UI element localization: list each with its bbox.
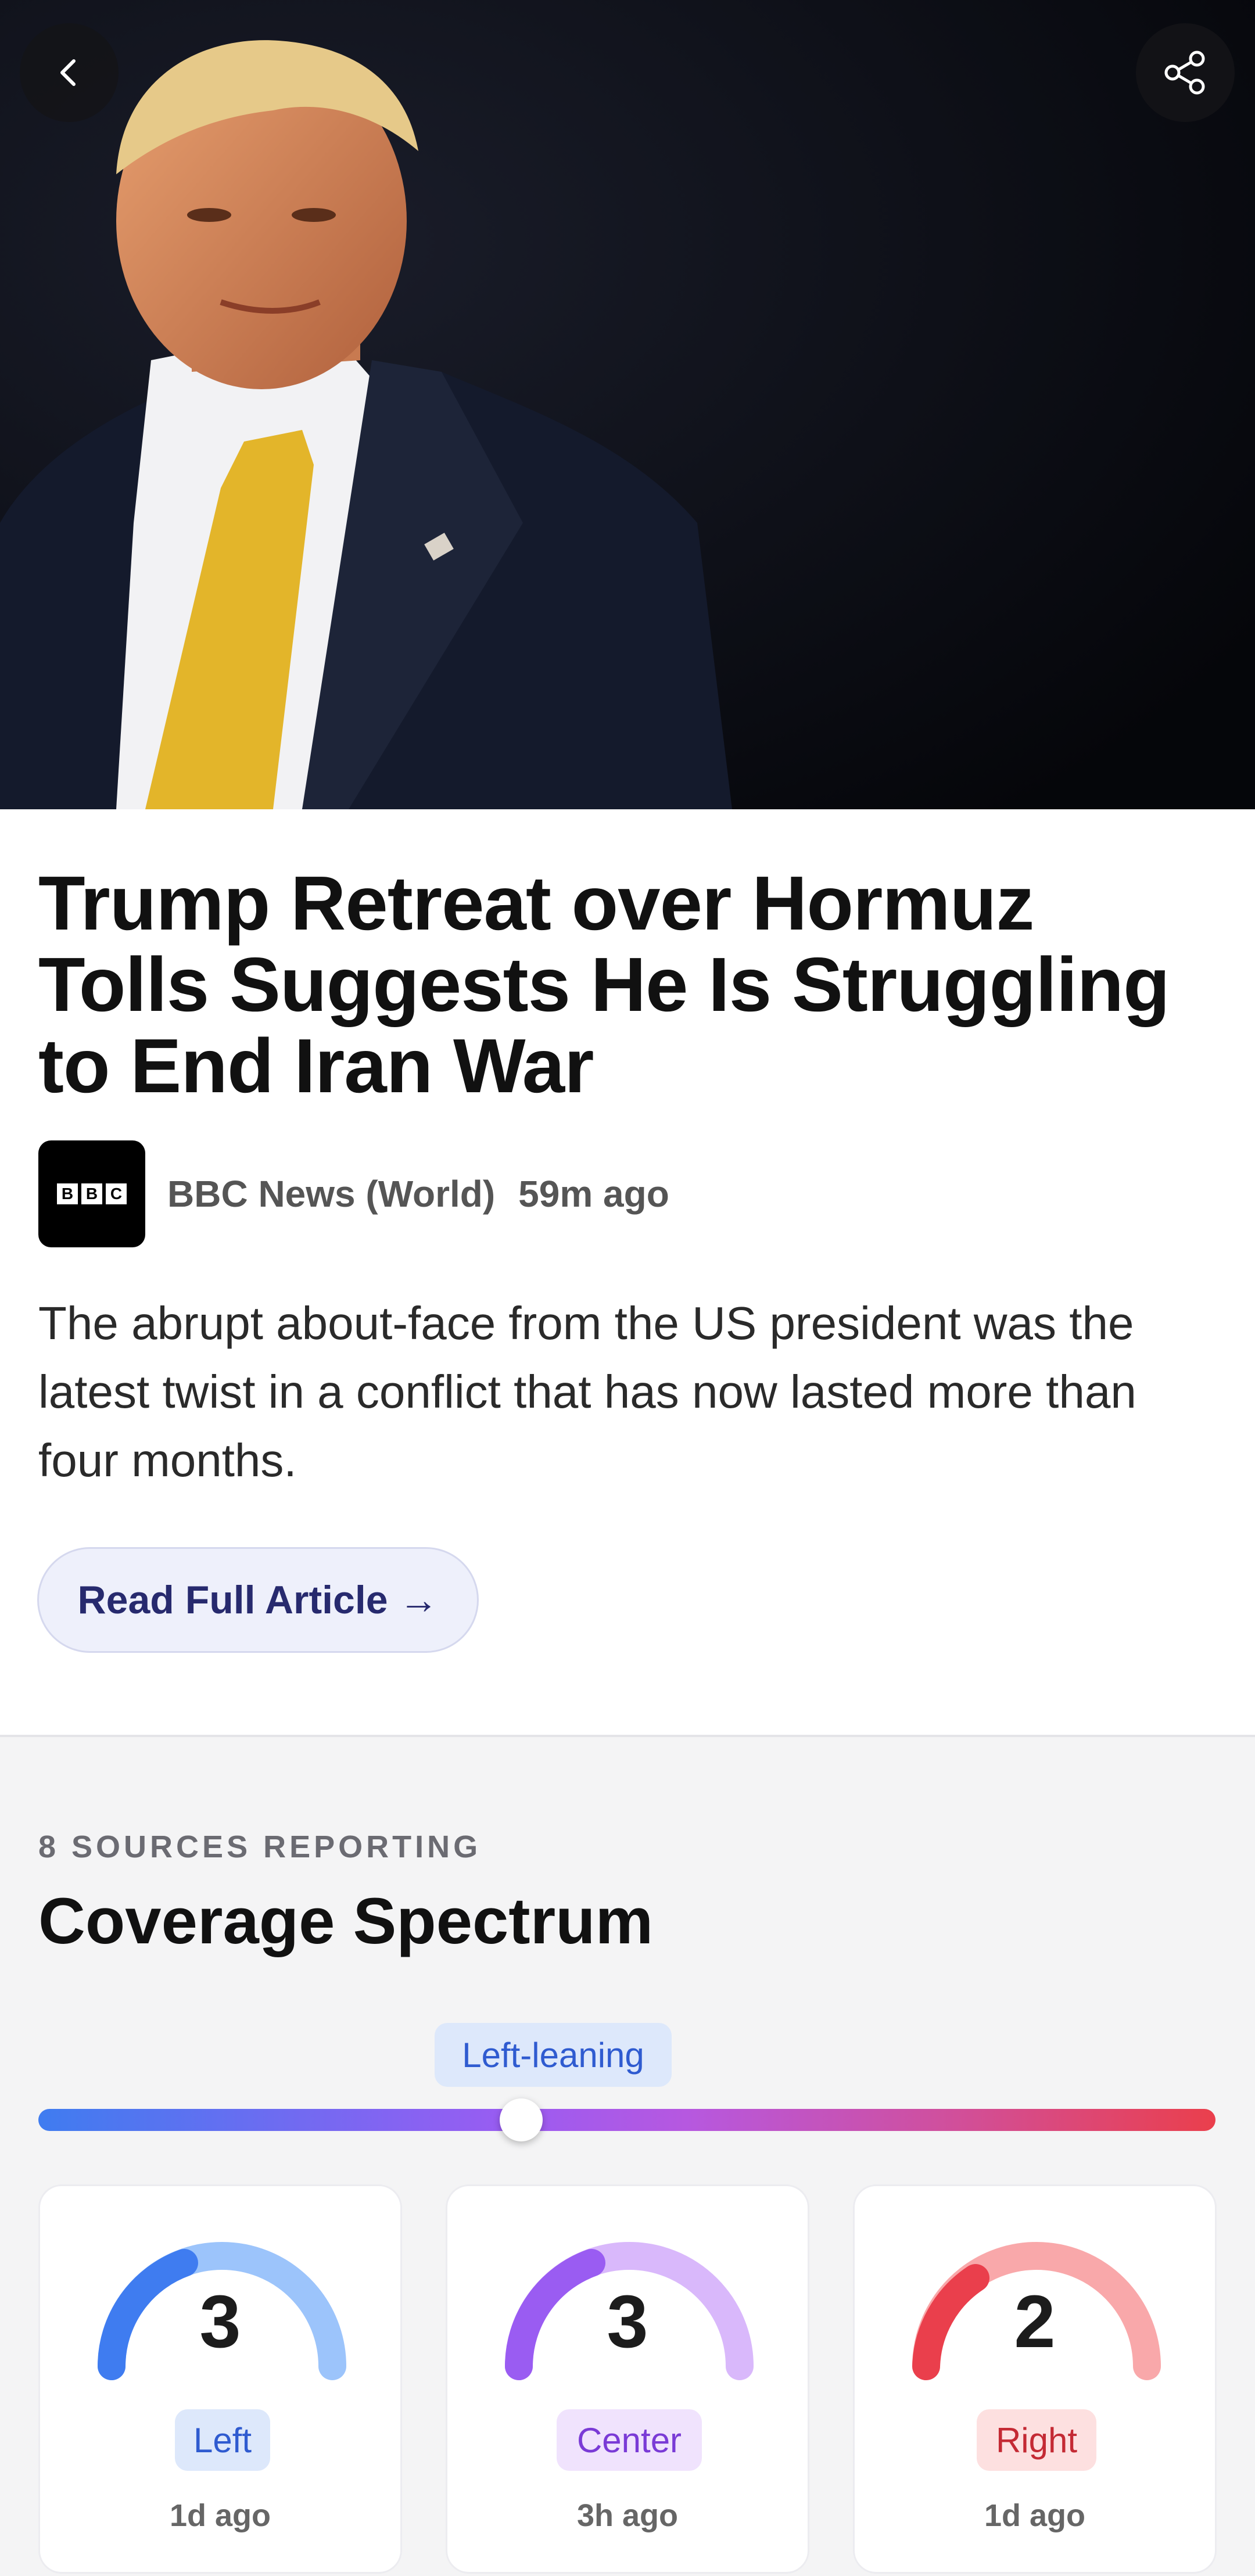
spectrum-indicator	[499, 2098, 543, 2141]
coverage-title: Coverage Spectrum	[38, 1885, 654, 1957]
share-button[interactable]	[1136, 23, 1235, 122]
right-age: 1d ago	[984, 2498, 1086, 2533]
left-age: 1d ago	[169, 2498, 271, 2533]
lean-badge: Left-leaning	[435, 2023, 672, 2087]
center-age: 3h ago	[576, 2498, 679, 2533]
right-count: 2	[1014, 2280, 1056, 2363]
hero-image	[0, 0, 1255, 809]
read-full-article-button[interactable]: Read Full Article →	[37, 1547, 479, 1653]
right-tag: Right	[977, 2409, 1096, 2471]
left-coverage-card[interactable]: 3 Left 1d ago	[38, 2184, 402, 2574]
coverage-section: 8 SOURCES REPORTING Coverage Spectrum Le…	[0, 1735, 1255, 2576]
article-summary: The abrupt about-face from the US presid…	[38, 1297, 1136, 1486]
article-section: Trump Retreat over Hormuz Tolls Suggests…	[0, 809, 1255, 1735]
sources-count-label: 8 SOURCES REPORTING	[38, 1829, 482, 1864]
left-count: 3	[199, 2280, 241, 2363]
coverage-spectrum-bar	[38, 2109, 1215, 2131]
right-coverage-card[interactable]: 2 Right 1d ago	[853, 2184, 1217, 2574]
article-photo	[0, 0, 1255, 809]
back-button[interactable]	[20, 23, 119, 122]
logo-letter: C	[106, 1183, 127, 1204]
source-row: B B C BBC News (World) 59m ago	[38, 1140, 669, 1247]
logo-letter: B	[81, 1183, 102, 1204]
bbc-logo: B B C	[38, 1140, 145, 1247]
left-tag: Left	[175, 2409, 270, 2471]
article-headline: Trump Retreat over Hormuz Tolls Suggests…	[38, 860, 1170, 1108]
share-icon	[1164, 51, 1205, 95]
publish-time: 59m ago	[518, 1173, 669, 1215]
center-coverage-card[interactable]: 3 Center 3h ago	[446, 2184, 809, 2574]
center-count: 3	[607, 2280, 648, 2363]
center-tag: Center	[557, 2409, 702, 2471]
source-name[interactable]: BBC News (World)	[167, 1172, 495, 1215]
logo-letter: B	[57, 1183, 78, 1204]
chevron-left-icon	[60, 59, 76, 86]
